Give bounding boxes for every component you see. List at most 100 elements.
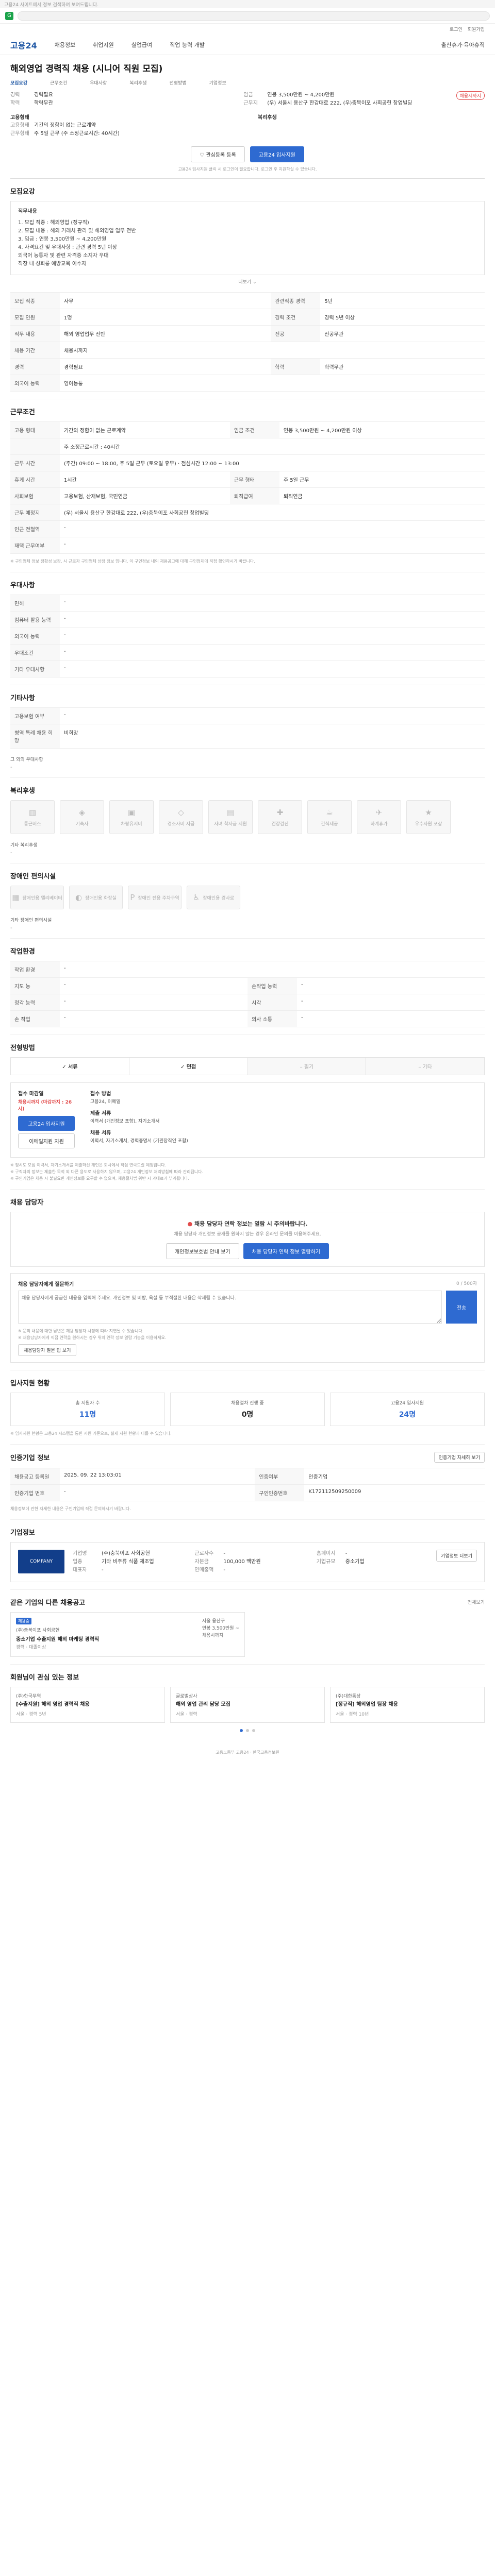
inquiry-input[interactable] [18, 1291, 442, 1324]
conditions-table: 고용 형태 기간의 정함이 없는 근로계약 임금 조건 연봉 3,500만원 ~ 4,… [10, 421, 485, 554]
cell-value: 경력필요 [60, 358, 271, 375]
cell-key: 경력 조건 [271, 309, 321, 326]
recommend-card[interactable]: 글로벌상사 해외 영업 관리 담당 모집 서울 · 경력 [170, 1687, 325, 1723]
address-bar[interactable]: G [0, 8, 495, 24]
cell-value: - [60, 1010, 248, 1027]
job-card-detail: 채용시까지 [202, 1633, 224, 1638]
welfare-label: 통근버스 [24, 821, 41, 827]
cell-key: 모집 인원 [10, 309, 60, 326]
job-tab[interactable]: 모집요강 [10, 79, 27, 86]
job-card-left: 채용중 (주)충북이포 사회공헌 중소기업 수출지원 해외 마케팅 경력직 경력 · … [16, 1618, 197, 1651]
job-title: 해외영업 경력직 채용 (시니어 직원 모집) [10, 64, 163, 74]
cell-value: 경력 5년 이상 [320, 309, 485, 326]
site-logo[interactable]: 고용24 [10, 39, 37, 51]
table-row: 사회보험 고용보험, 산재보험, 국민연금 퇴직급여 퇴직연금 [10, 487, 485, 504]
company-detail-button[interactable]: 기업정보 더보기 [436, 1550, 477, 1562]
apply-box: 접수 마감일 채용시까지 (마감까지 : 26시) 고용24 입사지원 이메일지… [10, 1082, 485, 1158]
info-row: 자본금 100,000 백만원 [194, 1558, 306, 1566]
welfare-item: ✚ 건강검진 [258, 800, 302, 834]
cell-value: - [60, 611, 485, 628]
recommend-card[interactable]: (주)한국무역 [수출지원] 해외 영업 경력직 채용 서울 · 경력 5년 [10, 1687, 165, 1723]
chevron-down-icon: ⌄ [253, 280, 257, 285]
info-value: 연봉 3,500만원 ~ 4,200만원 [267, 92, 335, 98]
gnb-menu-item[interactable]: 출산휴가·육아휴직 [441, 41, 485, 49]
cell-key: 고용 형태 [10, 421, 60, 438]
inquiry-notes: ※ 문의 내용에 대한 답변은 채용 담당자 사정에 따라 지연될 수 있습니다… [18, 1328, 477, 1341]
process-warning: ※ 구직자의 정보는 제출한 목적 외 다른 용도로 사용하지 않으며, 고용2… [10, 1170, 204, 1174]
cell-key: 학력 [271, 358, 321, 375]
cell-key: 기타 우대사항 [10, 660, 60, 677]
job-tab[interactable]: 전형방법 [170, 79, 187, 86]
inquiry-note: ※ 채용담당자에게 직접 연락을 원하시는 경우 위의 연락 정보 열람 기능을… [18, 1335, 167, 1340]
url-field[interactable] [18, 11, 490, 21]
info-key: 업종 [73, 1559, 82, 1565]
cell-value: 고용보험, 산재보험, 국민연금 [60, 487, 230, 504]
more-button[interactable]: 더보기 ⌄ [10, 278, 485, 285]
recommend-card[interactable]: (주)대한통상 [정규직] 해외영업 팀장 채용 서울 · 경력 10년 [330, 1687, 485, 1723]
job-card-title[interactable]: 중소기업 수출지원 해외 마케팅 경력직 [16, 1635, 197, 1642]
gnb-menu-item[interactable]: 취업지원 [93, 41, 113, 49]
gift-icon: ◇ [178, 807, 184, 817]
job-tab[interactable]: 근무조건 [50, 79, 67, 86]
job-tab[interactable]: 기업정보 [209, 79, 226, 86]
privacy-law-button[interactable]: 개인정보보호법 안내 보기 [166, 1243, 239, 1259]
cell-key: 외국어 능력 [10, 375, 60, 392]
reg-note: 채용정보에 관한 자세한 내용은 구인기업에 직접 문의하시기 바랍니다. [10, 1506, 131, 1511]
cell-value: - [60, 707, 485, 724]
job-tab[interactable]: 우대사항 [90, 79, 107, 86]
carousel-dots[interactable] [10, 1729, 485, 1732]
method-label: 접수 방법 [90, 1091, 111, 1097]
cell-value: 학력무관 [320, 358, 485, 375]
welfare-section: 복리후생 ▥ 통근버스 ◈ 기숙사 ▣ 차량유지비 ◇ 경조사비 지급 ▤ 자녀 학자금 지원 ✚ 건… [10, 778, 485, 863]
site-favicon-icon: G [5, 11, 13, 20]
inquiry-send-button[interactable]: 전송 [446, 1291, 477, 1324]
workplace-table: 작업 환경 - 지도 능 - 손작업 능력 - 청각 능력 - 시각 - 손 작업 - 의사 소통 - [10, 961, 485, 1027]
gnb-menu-item[interactable]: 실업급여 [131, 41, 152, 49]
gnb-menu-item[interactable]: 직업 능력 개발 [170, 41, 205, 49]
disability-section: 장애인 편의시설 ▦ 장애인용 엘리베이터 ◐ 장애인용 화장실 P 장애인 전용 주차구… [10, 863, 485, 939]
email-apply-button[interactable]: 이메일지원 지원 [18, 1133, 75, 1148]
table-row: 채용 기간 채용시까지 [10, 342, 485, 359]
info-key: 연매출액 [194, 1567, 214, 1573]
stat-card: 총 지원자 수 11명 [10, 1393, 165, 1426]
stats-row: 총 지원자 수 11명 채용절차 진행 중 0명 고용24 입사지원 24명 [10, 1393, 485, 1426]
recommend-title[interactable]: [수출지원] 해외 영업 경력직 채용 [16, 1701, 159, 1708]
similar-job-card[interactable]: 채용중 (주)충북이포 사회공헌 중소기업 수출지원 해외 마케팅 경력직 경력 · … [10, 1612, 245, 1657]
info-row: 고용형태 기간의 정함이 없는 근로계약 [10, 122, 237, 130]
inquiry-tip-button[interactable]: 채용담당자 질문 팁 보기 [18, 1344, 77, 1356]
apply-online-button[interactable]: 고용24 입사지원 [18, 1116, 75, 1131]
heart-icon: ♡ [200, 152, 206, 158]
gnb-menu-item[interactable]: 채용정보 [55, 41, 75, 49]
table-row: 경력 경력필요 학력 학력무관 [10, 358, 485, 375]
disability-label: 장애인 전용 주차구역 [138, 895, 179, 901]
utility-nav: 로그인 회원가입 [0, 24, 495, 35]
process-step: – 기타 [366, 1058, 484, 1075]
reg-detail-button[interactable]: 인증기업 자세히 보기 [434, 1452, 485, 1463]
recommend-title[interactable]: 해외 영업 관리 담당 모집 [176, 1701, 319, 1708]
recommend-meta: 서울 · 경력 [176, 1712, 197, 1717]
save-job-button[interactable]: ♡ 관심등록 등록 [191, 146, 245, 162]
cell-key: 휴게 시간 [10, 471, 60, 488]
similar-all-link[interactable]: 전체보기 [468, 1599, 485, 1605]
reg-table: 채용공고 등록일 2025. 09. 22 13:03:01 인증여부 인증기업 인증기… [10, 1468, 485, 1501]
disability-item: P 장애인 전용 주차구역 [128, 886, 182, 909]
info-key: 근로자수 [194, 1551, 214, 1556]
job-header: 해외영업 경력직 채용 (시니어 직원 모집) 모집요강 근무조건 우대사항 복리후생… [10, 55, 485, 179]
company-logo: COMPANY [18, 1550, 64, 1573]
table-row: 외국어 능력 영어능통 [10, 375, 485, 392]
view-contact-button[interactable]: 채용 담당자 연락 정보 열람하기 [243, 1243, 329, 1259]
recruit-table: 모집 직종 사무 관련직종 경력 5년 모집 인원 1명 경력 조건 경력 5년 이상 직무 내… [10, 292, 485, 392]
inquiry-title: 채용 담당자에게 질문하기 [18, 1282, 74, 1287]
check-icon: ✓ [62, 1064, 69, 1070]
duty-line: 1. 모집 직종 : 해외영업 (정규직) [18, 220, 89, 226]
process-step: ✓ 서류 [11, 1058, 129, 1075]
util-link[interactable]: 회원가입 [468, 26, 485, 32]
recommend-title[interactable]: [정규직] 해외영업 팀장 채용 [336, 1701, 479, 1708]
util-link[interactable]: 로그인 [450, 26, 463, 32]
recommend-meta: 서울 · 경력 10년 [336, 1712, 369, 1717]
info-value: 주 5일 근무 (주 소정근로시간: 40시간) [34, 131, 120, 137]
apply-button[interactable]: 고용24 입사지원 [250, 146, 304, 162]
info-value: 경력필요 [34, 92, 53, 98]
job-tab[interactable]: 복리후생 [129, 79, 146, 86]
recommend-title: 회원님이 관심 있는 정보 [10, 1674, 79, 1682]
